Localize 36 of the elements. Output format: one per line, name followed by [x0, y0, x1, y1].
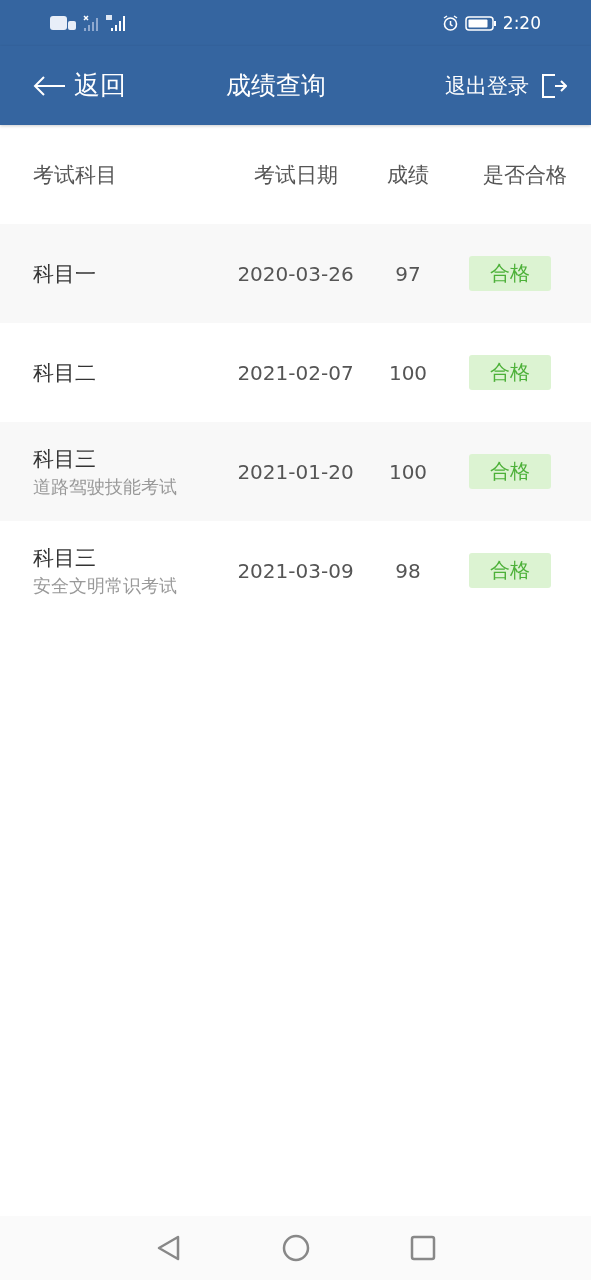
- back-nav-button[interactable]: [155, 1234, 182, 1262]
- subject-detail: 安全文明常识考试: [33, 573, 178, 598]
- logout-button[interactable]: 退出登录: [445, 71, 567, 100]
- subject-cell-text: 科目三: [33, 544, 97, 572]
- score-cell-text: 98: [394, 558, 422, 583]
- date-cell-text: 2021-01-20: [236, 459, 355, 484]
- date-cell-text: 2021-02-07: [236, 360, 355, 385]
- hd-icon: [50, 15, 76, 31]
- subject-cell-text: 科目三: [33, 445, 97, 473]
- subject-cell-text: 科目一: [33, 260, 97, 288]
- column-header: 成绩: [386, 161, 430, 189]
- status-time: 2:20: [502, 13, 541, 33]
- signal-icon: [106, 14, 126, 32]
- signal-icon: [82, 14, 100, 32]
- back-button[interactable]: 返回: [32, 68, 126, 103]
- recent-apps-button[interactable]: [409, 1235, 436, 1261]
- page-title: 成绩查询: [224, 70, 327, 102]
- result-badge: 合格: [469, 355, 551, 390]
- column-header: 考试日期: [252, 161, 339, 189]
- subject-detail: 道路驾驶技能考试: [33, 474, 178, 499]
- logout-icon: [541, 72, 567, 99]
- date-cell-text: 2020-03-26: [236, 261, 355, 286]
- result-badge: 合格: [469, 256, 551, 291]
- back-arrow-icon: [32, 74, 66, 97]
- subject-cell-text: 科目二: [33, 359, 97, 387]
- score-cell-text: 97: [394, 261, 422, 286]
- home-nav-button[interactable]: [281, 1234, 310, 1262]
- alarm-icon: [441, 14, 459, 32]
- score-cell-text: 100: [387, 360, 429, 385]
- result-badge: 合格: [469, 454, 551, 489]
- battery-icon: [464, 15, 497, 31]
- column-header: 考试科目: [33, 161, 118, 189]
- score-cell-text: 100: [387, 459, 429, 484]
- date-cell-text: 2021-03-09: [236, 558, 355, 583]
- result-badge: 合格: [469, 553, 551, 588]
- column-header: 是否合格: [482, 161, 567, 189]
